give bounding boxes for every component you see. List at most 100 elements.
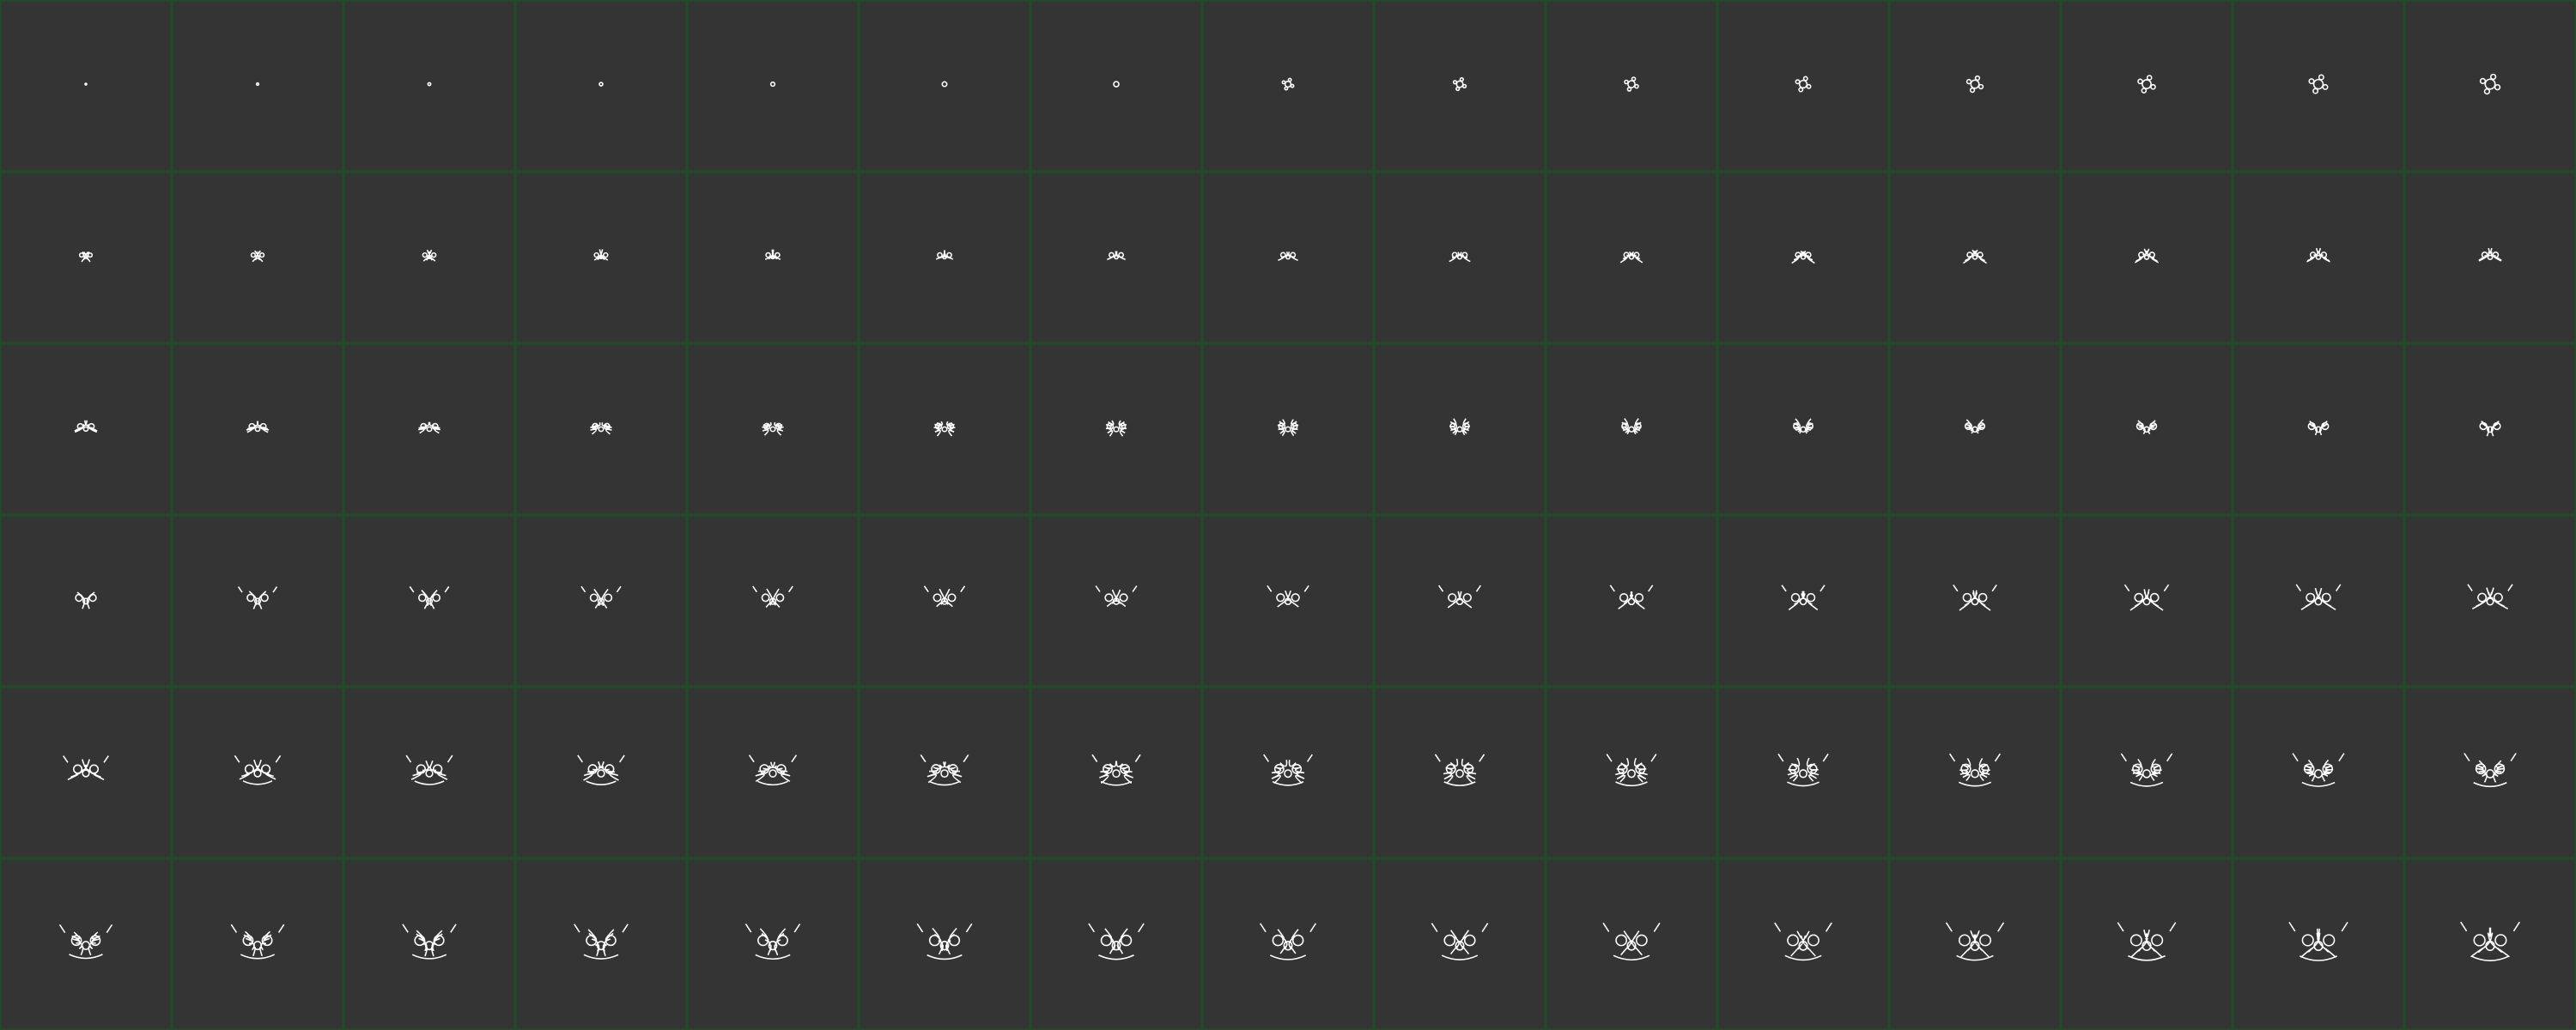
sprite-frame <box>1719 2 1887 170</box>
sprite-frame <box>860 345 1029 513</box>
sprite-frame <box>689 345 857 513</box>
sprite-frame <box>1891 860 2059 1028</box>
symmetric-creature-glyph <box>1774 922 1832 961</box>
symmetric-creature-glyph <box>1105 420 1127 437</box>
symmetric-creature-glyph <box>405 754 453 785</box>
sprite-frame <box>517 860 685 1028</box>
sprite-frame <box>1204 173 1372 342</box>
sprite-frame <box>517 173 685 342</box>
sprite-frame <box>173 688 342 857</box>
sprite-frame <box>1032 345 1200 513</box>
symmetric-creature-glyph <box>1113 81 1120 88</box>
symmetric-creature-glyph <box>2134 248 2160 264</box>
symmetric-creature-glyph <box>1965 75 1984 94</box>
sprite-frame <box>689 860 857 1028</box>
symmetric-creature-glyph <box>1793 418 1814 434</box>
symmetric-creature-glyph <box>2137 75 2156 94</box>
symmetric-creature-glyph <box>1791 251 1815 264</box>
sprite-frame <box>860 860 1029 1028</box>
sprite-frame <box>1719 688 1887 857</box>
symmetric-creature-glyph <box>409 585 450 609</box>
symmetric-creature-glyph <box>598 82 604 87</box>
sprite-frame <box>1376 860 1544 1028</box>
sprite-frame <box>2 173 170 342</box>
symmetric-creature-glyph <box>1953 584 1997 611</box>
sprite-frame <box>517 2 685 170</box>
symmetric-creature-glyph <box>574 924 629 960</box>
symmetric-creature-glyph <box>935 250 954 260</box>
symmetric-creature-glyph <box>1278 251 1298 262</box>
sprite-frame <box>2063 517 2231 685</box>
sprite-frame <box>1204 517 1372 685</box>
symmetric-creature-glyph <box>1949 753 2001 787</box>
symmetric-creature-glyph <box>2479 73 2501 95</box>
symmetric-creature-glyph <box>2478 247 2502 262</box>
sprite-frame <box>345 688 513 857</box>
sprite-frame <box>345 2 513 170</box>
sprite-frame <box>1891 517 2059 685</box>
sprite-frame <box>2 345 170 513</box>
symmetric-creature-glyph <box>1434 754 1485 786</box>
symmetric-creature-glyph <box>1621 418 1642 435</box>
sprite-frame <box>1032 517 1200 685</box>
sprite-frame <box>1547 345 1716 513</box>
sprite-frame <box>689 517 857 685</box>
sprite-frame <box>345 517 513 685</box>
sprite-frame <box>1376 2 1544 170</box>
sprite-frame <box>2234 173 2403 342</box>
symmetric-creature-glyph <box>2464 753 2517 788</box>
symmetric-creature-glyph <box>1795 76 1812 93</box>
symmetric-creature-glyph <box>250 250 265 263</box>
symmetric-creature-glyph <box>63 755 109 781</box>
sprite-frame <box>1719 345 1887 513</box>
symmetric-creature-glyph <box>78 251 94 263</box>
sprite-frame <box>2 2 170 170</box>
symmetric-creature-glyph <box>1437 585 1482 609</box>
sprite-frame <box>2063 173 2231 342</box>
sprite-frame <box>2063 688 2231 857</box>
symmetric-creature-glyph <box>2308 74 2329 94</box>
sprite-frame <box>2234 517 2403 685</box>
sprite-sheet-grid <box>0 0 2576 1030</box>
sprite-frame <box>345 173 513 342</box>
symmetric-creature-glyph <box>1277 419 1299 437</box>
sprite-frame <box>860 688 1029 857</box>
symmetric-creature-glyph <box>752 585 793 608</box>
symmetric-creature-glyph <box>1431 923 1489 960</box>
sprite-frame <box>1891 345 2059 513</box>
symmetric-creature-glyph <box>1609 585 1654 609</box>
symmetric-creature-glyph <box>1619 251 1643 264</box>
sprite-frame <box>2063 345 2231 513</box>
sprite-frame <box>2406 517 2574 685</box>
symmetric-creature-glyph <box>1606 754 1657 787</box>
symmetric-creature-glyph <box>941 81 948 88</box>
symmetric-creature-glyph <box>1449 251 1471 263</box>
sprite-frame <box>1547 688 1716 857</box>
sprite-frame <box>345 860 513 1028</box>
sprite-frame <box>860 173 1029 342</box>
symmetric-creature-glyph <box>1602 922 1661 961</box>
symmetric-creature-glyph <box>2117 922 2177 961</box>
sprite-frame <box>517 517 685 685</box>
sprite-frame <box>1547 173 1716 342</box>
sprite-frame <box>2406 688 2574 857</box>
symmetric-creature-glyph <box>84 82 88 86</box>
sprite-frame <box>173 345 342 513</box>
sprite-frame <box>1204 2 1372 170</box>
sprite-frame <box>1204 345 1372 513</box>
sprite-frame <box>517 688 685 857</box>
symmetric-creature-glyph <box>427 82 432 87</box>
symmetric-creature-glyph <box>1964 419 1986 434</box>
symmetric-creature-glyph <box>923 585 966 608</box>
sprite-frame <box>1032 173 1200 342</box>
sprite-frame <box>2234 688 2403 857</box>
sprite-frame <box>689 173 857 342</box>
symmetric-creature-glyph <box>58 924 113 960</box>
symmetric-creature-glyph <box>2288 922 2348 961</box>
sprite-frame <box>860 517 1029 685</box>
symmetric-creature-glyph <box>2467 584 2513 609</box>
symmetric-creature-glyph <box>762 421 784 436</box>
symmetric-creature-glyph <box>933 421 956 437</box>
symmetric-creature-glyph <box>1945 922 2005 961</box>
sprite-frame <box>1204 860 1372 1028</box>
